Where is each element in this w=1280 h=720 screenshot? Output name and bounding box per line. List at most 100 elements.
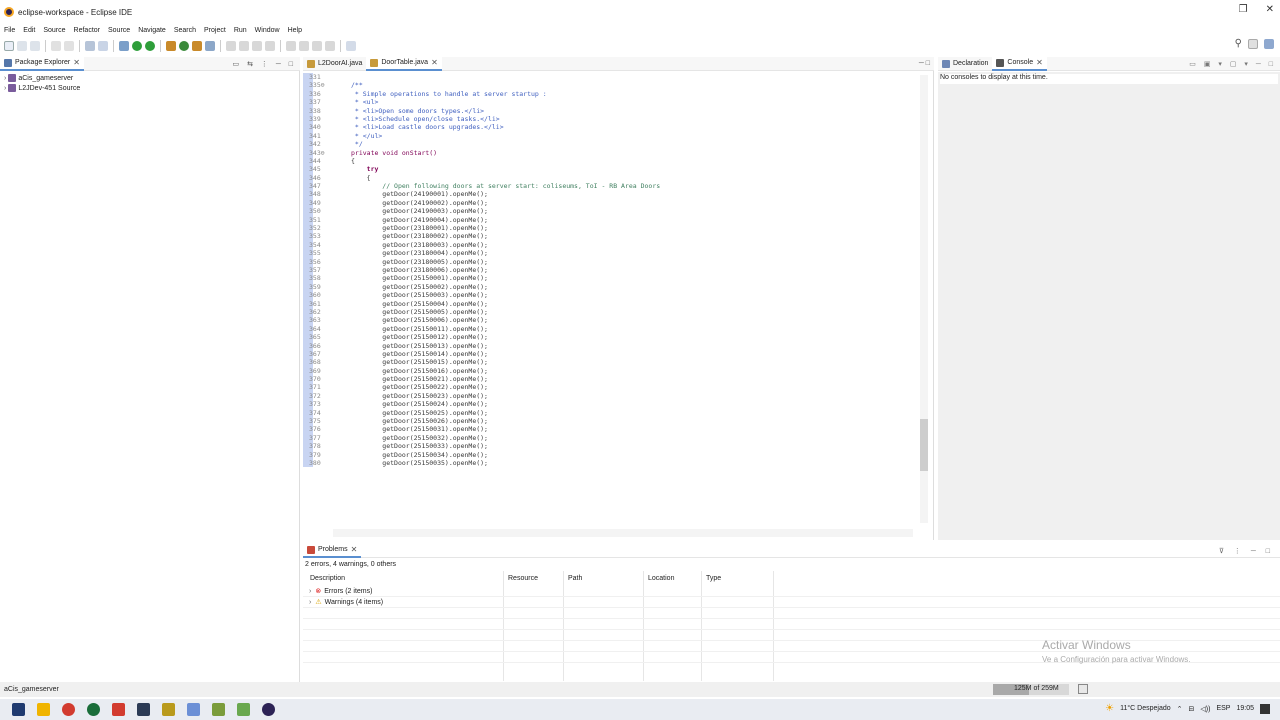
tree-item-project[interactable]: › aCis_gameserver xyxy=(4,74,73,82)
code-line[interactable]: 345 try xyxy=(303,165,923,174)
line-number[interactable]: 343⊖ xyxy=(303,148,333,157)
open-perspective-icon[interactable] xyxy=(1248,38,1258,49)
code-line[interactable]: 358 getDoor(25150001).openMe(); xyxy=(303,274,923,283)
close-icon[interactable]: ✕ xyxy=(1036,58,1043,67)
line-number[interactable]: 349 xyxy=(303,198,333,208)
code-line[interactable]: 347 // Open following doors at server st… xyxy=(303,182,923,191)
notifications-icon[interactable] xyxy=(1260,703,1270,714)
language-indicator[interactable]: ESP xyxy=(1216,705,1230,712)
line-number[interactable]: 344 xyxy=(303,156,333,166)
menu-navigate[interactable]: Navigate xyxy=(138,27,166,34)
line-number[interactable]: 347 xyxy=(303,182,333,191)
line-number[interactable]: 348 xyxy=(303,190,333,199)
menu-help[interactable]: Help xyxy=(288,27,302,34)
line-number[interactable]: 356 xyxy=(303,257,333,266)
line-number[interactable]: 365 xyxy=(303,333,333,342)
code-line[interactable]: 365 getDoor(25150012).openMe(); xyxy=(303,333,923,342)
file-explorer-icon[interactable] xyxy=(37,703,50,716)
line-number[interactable]: 371 xyxy=(303,383,333,392)
code-line[interactable]: 376 getDoor(25150031).openMe(); xyxy=(303,425,923,434)
column-header-resource[interactable]: Resource xyxy=(508,571,538,585)
line-number[interactable]: 355 xyxy=(303,249,333,258)
filter-icon[interactable]: ⊽ ⋮ ─ □ xyxy=(1219,547,1274,555)
line-number[interactable]: 366 xyxy=(303,341,333,350)
garbage-collect-icon[interactable] xyxy=(1078,684,1088,694)
code-line[interactable]: 373 getDoor(25150024).openMe(); xyxy=(303,400,923,409)
new-java-project-icon[interactable] xyxy=(166,41,176,51)
line-number[interactable]: 357 xyxy=(303,265,333,275)
line-number[interactable]: 337 xyxy=(303,98,333,107)
tab-doortable[interactable]: DoorTable.java ✕ xyxy=(366,56,442,71)
run-icon[interactable] xyxy=(132,41,142,51)
search-icon[interactable]: ⚲ xyxy=(1235,38,1242,49)
code-line[interactable]: 369 getDoor(25150016).openMe(); xyxy=(303,366,923,376)
save-all-icon[interactable] xyxy=(30,41,40,51)
code-line[interactable]: 368 getDoor(25150015).openMe(); xyxy=(303,358,923,367)
close-icon[interactable]: ✕ xyxy=(351,545,358,554)
code-line[interactable]: 354 getDoor(23180003).openMe(); xyxy=(303,240,923,250)
line-number[interactable]: 339 xyxy=(303,114,333,124)
app-icon[interactable] xyxy=(112,703,125,716)
weather-text[interactable]: 11°C Despejado xyxy=(1120,705,1171,712)
code-line[interactable]: 359 getDoor(25150002).openMe(); xyxy=(303,282,923,292)
line-number[interactable]: 364 xyxy=(303,324,333,334)
menu-search[interactable]: Search xyxy=(174,27,196,34)
tree-item-project[interactable]: › L2JDev-451 Source xyxy=(4,84,80,92)
previous-annotation-icon[interactable] xyxy=(299,41,309,51)
block-selection-icon[interactable] xyxy=(252,41,262,51)
chevron-right-icon[interactable]: › xyxy=(4,85,6,92)
app-icon[interactable] xyxy=(162,703,175,716)
restore-icon[interactable]: ❐ xyxy=(1239,4,1248,15)
code-line[interactable]: 367 getDoor(25150014).openMe(); xyxy=(303,349,923,359)
code-line[interactable]: 343⊖ private void onStart() xyxy=(303,148,923,157)
line-number[interactable]: 331 xyxy=(303,73,333,82)
tab-console[interactable]: Console ✕ xyxy=(992,56,1047,71)
undo-icon[interactable] xyxy=(51,41,61,51)
column-header-location[interactable]: Location xyxy=(648,571,674,585)
close-icon[interactable]: ✕ xyxy=(73,58,80,67)
close-icon[interactable]: ✕ xyxy=(1266,4,1274,15)
open-type-icon[interactable] xyxy=(205,41,215,51)
debug-icon[interactable] xyxy=(119,41,129,51)
tab-l2doorai[interactable]: L2DoorAI.java xyxy=(303,57,366,71)
line-number[interactable]: 351 xyxy=(303,215,333,225)
code-line[interactable]: 361 getDoor(25150004).openMe(); xyxy=(303,299,923,308)
app-icon[interactable] xyxy=(87,703,100,716)
code-line[interactable]: 335⊖ /** xyxy=(303,81,923,90)
code-line[interactable]: 366 getDoor(25150013).openMe(); xyxy=(303,341,923,350)
minimize-maximize-icon[interactable]: ─ □ xyxy=(919,60,930,67)
menu-run[interactable]: Run xyxy=(234,27,247,34)
whitespace-icon[interactable] xyxy=(265,41,275,51)
code-line[interactable]: 356 getDoor(23180005).openMe(); xyxy=(303,257,923,266)
network-icon[interactable]: ⊟ xyxy=(1189,705,1195,713)
close-icon[interactable]: ✕ xyxy=(431,58,438,67)
toggle-mark-icon[interactable] xyxy=(239,41,249,51)
code-line[interactable]: 375 getDoor(25150026).openMe(); xyxy=(303,417,923,426)
code-line[interactable]: 362 getDoor(25150005).openMe(); xyxy=(303,307,923,317)
windows-start-icon[interactable] xyxy=(12,703,25,716)
mail-icon[interactable] xyxy=(137,703,150,716)
code-line[interactable]: 344 { xyxy=(303,156,923,166)
code-line[interactable]: 363 getDoor(25150006).openMe(); xyxy=(303,316,923,325)
line-number[interactable]: 341 xyxy=(303,131,333,141)
view-menu-icon[interactable]: ▭ ⇆ ⋮ ─ □ xyxy=(233,60,296,68)
code-line[interactable]: 346 { xyxy=(303,173,923,183)
new-icon[interactable] xyxy=(4,41,14,51)
search-icon[interactable] xyxy=(226,41,236,51)
eclipse-taskbar-icon[interactable] xyxy=(262,703,275,716)
menu-window[interactable]: Window xyxy=(255,27,280,34)
code-line[interactable]: 372 getDoor(25150023).openMe(); xyxy=(303,391,923,401)
code-line[interactable]: 342 */ xyxy=(303,140,923,149)
line-number[interactable]: 352 xyxy=(303,224,333,233)
menu-project[interactable]: Project xyxy=(204,27,226,34)
problems-row-warnings[interactable]: › ⚠ Warnings (4 items) xyxy=(303,597,1280,608)
code-line[interactable]: 350 getDoor(24190003).openMe(); xyxy=(303,207,923,216)
line-number[interactable]: 360 xyxy=(303,291,333,300)
code-line[interactable]: 338 * <li>Open some doors types.</li> xyxy=(303,106,923,115)
line-number[interactable]: 372 xyxy=(303,391,333,401)
line-number[interactable]: 336 xyxy=(303,89,333,99)
menu-edit[interactable]: Edit xyxy=(23,27,35,34)
line-number[interactable]: 362 xyxy=(303,307,333,317)
scrollbar-thumb[interactable] xyxy=(920,419,928,471)
column-header-description[interactable]: Description xyxy=(310,571,345,585)
